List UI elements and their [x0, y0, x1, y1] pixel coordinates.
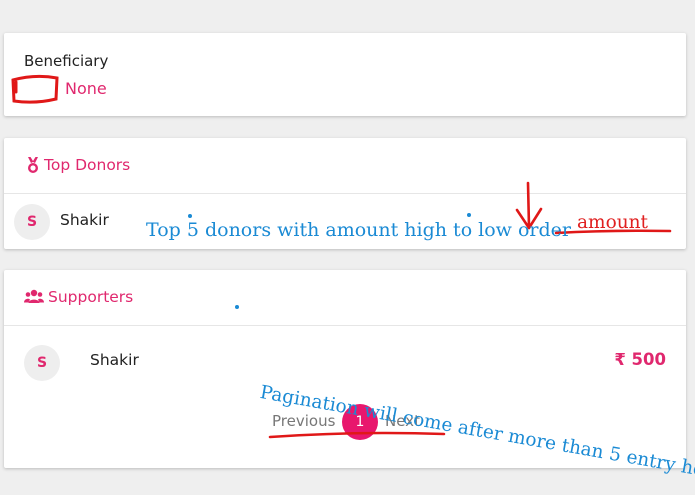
- users-icon: [24, 288, 44, 306]
- donor-name: Shakir: [60, 211, 109, 229]
- annotation-amount-note: amount: [577, 212, 648, 233]
- top-donors-title: Top Donors: [44, 156, 131, 174]
- medal-icon: [24, 156, 42, 174]
- donor-avatar: S: [14, 204, 50, 240]
- supporter-avatar: S: [24, 345, 60, 381]
- beneficiary-card: Beneficiary None: [4, 33, 686, 116]
- annotation-donors-note: Top 5 donors with amount high to low ord…: [146, 219, 571, 241]
- supporter-amount: ₹ 500: [614, 350, 666, 369]
- page: Beneficiary None Top Donors S Shakir Sup…: [0, 0, 695, 495]
- supporter-name: Shakir: [90, 351, 139, 369]
- beneficiary-value: None: [65, 79, 107, 98]
- beneficiary-label: Beneficiary: [24, 52, 109, 70]
- supporters-title: Supporters: [48, 288, 134, 306]
- supporters-header: Supporters: [4, 270, 686, 326]
- top-donors-header: Top Donors: [4, 138, 686, 194]
